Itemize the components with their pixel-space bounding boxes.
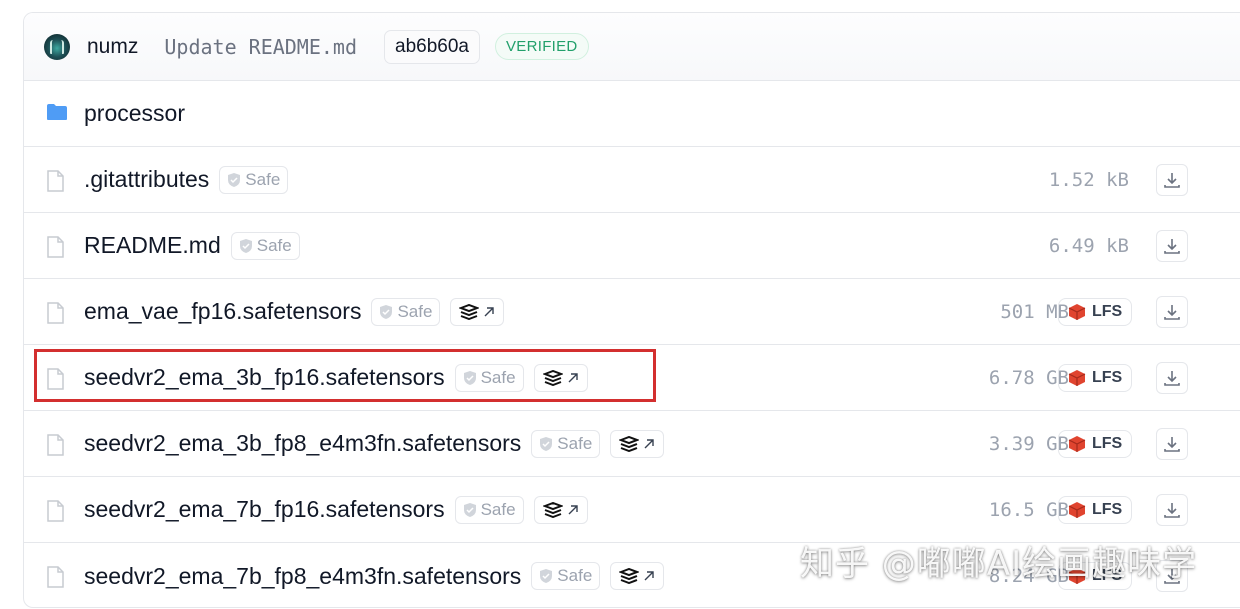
- lfs-cube-icon: [1068, 303, 1086, 320]
- file-size: 6.49 kB: [1048, 234, 1129, 257]
- download-button[interactable]: [1156, 230, 1188, 262]
- lfs-badge: LFS: [1058, 429, 1133, 458]
- safe-label: Safe: [480, 499, 516, 519]
- file-browser-panel: numz Update README.md ab6b60a VERIFIED p…: [23, 12, 1240, 608]
- table-row: README.md Safe 6.49 kB: [24, 213, 1240, 279]
- commit-hash[interactable]: ab6b60a: [384, 29, 480, 64]
- safe-badge[interactable]: Safe: [230, 231, 300, 260]
- safe-badge[interactable]: Safe: [531, 562, 601, 590]
- file-name[interactable]: seedvr2_ema_3b_fp16.safetensors: [84, 364, 445, 391]
- download-button[interactable]: [1156, 428, 1188, 460]
- file-size: 1.52 kB: [1048, 168, 1129, 191]
- safe-label: Safe: [256, 235, 292, 255]
- download-icon: [1164, 437, 1180, 452]
- download-button[interactable]: [1156, 494, 1188, 526]
- shield-icon: [239, 238, 252, 253]
- file-icon: [46, 368, 64, 394]
- safe-badge[interactable]: Safe: [454, 363, 524, 392]
- list-item-folder[interactable]: processor: [24, 81, 1240, 147]
- safe-badge[interactable]: Safe: [219, 165, 289, 194]
- folder-name[interactable]: processor: [84, 100, 185, 127]
- table-row: seedvr2_ema_3b_fp16.safetensors Safe 6.7…: [24, 345, 1240, 411]
- table-row: ema_vae_fp16.safetensors Safe 501 MB LFS: [24, 279, 1240, 345]
- safe-label: Safe: [397, 301, 433, 321]
- xet-icon: [619, 568, 640, 584]
- lfs-cube-icon: [1068, 501, 1086, 518]
- external-link-icon: [568, 372, 578, 382]
- safe-label: Safe: [557, 566, 593, 585]
- safe-label: Safe: [245, 169, 281, 189]
- xet-link-button[interactable]: [450, 297, 505, 326]
- file-size: 3.39 GB: [988, 432, 1069, 455]
- shield-icon: [463, 370, 476, 385]
- lfs-cube-icon: [1068, 435, 1086, 452]
- xet-link-button[interactable]: [610, 429, 665, 458]
- external-link-icon: [644, 571, 654, 581]
- file-icon: [46, 434, 64, 460]
- download-icon: [1164, 173, 1180, 188]
- xet-link-button[interactable]: [533, 495, 588, 524]
- table-row: seedvr2_ema_7b_fp16.safetensors Safe 16.…: [24, 477, 1240, 543]
- avatar[interactable]: [44, 33, 70, 60]
- file-name[interactable]: seedvr2_ema_3b_fp8_e4m3fn.safetensors: [84, 430, 521, 457]
- commit-author[interactable]: numz: [87, 35, 138, 59]
- file-name[interactable]: .gitattributes: [84, 166, 209, 193]
- lfs-label: LFS: [1092, 302, 1123, 320]
- file-name[interactable]: seedvr2_ema_7b_fp8_e4m3fn.safetensors: [84, 563, 521, 590]
- download-icon: [1164, 305, 1180, 320]
- safe-badge[interactable]: Safe: [371, 297, 441, 326]
- lfs-cube-icon: [1068, 369, 1086, 386]
- shield-icon: [463, 502, 476, 517]
- shield-icon: [380, 304, 393, 319]
- download-icon: [1164, 371, 1180, 386]
- safe-badge[interactable]: Safe: [531, 429, 601, 458]
- commit-message[interactable]: Update README.md: [164, 35, 357, 59]
- safe-label: Safe: [480, 367, 516, 387]
- file-name[interactable]: README.md: [84, 232, 221, 259]
- download-button[interactable]: [1156, 164, 1188, 196]
- file-size: 6.78 GB: [988, 366, 1069, 389]
- shield-icon: [228, 172, 241, 187]
- download-icon: [1164, 503, 1180, 518]
- safe-label: Safe: [557, 433, 593, 453]
- lfs-label: LFS: [1092, 434, 1123, 452]
- shield-icon: [540, 436, 553, 451]
- file-name[interactable]: seedvr2_ema_7b_fp16.safetensors: [84, 496, 445, 523]
- table-row: seedvr2_ema_3b_fp8_e4m3fn.safetensors Sa…: [24, 411, 1240, 477]
- external-link-icon: [568, 504, 578, 514]
- external-link-icon: [644, 438, 654, 448]
- external-link-icon: [484, 306, 495, 316]
- folder-icon: [46, 103, 68, 125]
- download-button[interactable]: [1156, 296, 1188, 328]
- file-name[interactable]: ema_vae_fp16.safetensors: [84, 298, 361, 325]
- lfs-badge: LFS: [1058, 363, 1133, 392]
- lfs-badge: LFS: [1058, 297, 1133, 326]
- xet-icon: [619, 435, 640, 452]
- file-icon: [46, 566, 64, 592]
- file-icon: [46, 170, 64, 196]
- file-icon: [46, 302, 64, 328]
- shield-icon: [540, 569, 553, 583]
- verified-badge: VERIFIED: [494, 33, 589, 60]
- safe-badge[interactable]: Safe: [454, 495, 524, 524]
- xet-link-button[interactable]: [533, 363, 588, 392]
- file-icon: [46, 236, 64, 262]
- xet-icon: [542, 501, 563, 518]
- download-button[interactable]: [1156, 362, 1188, 394]
- lfs-label: LFS: [1092, 368, 1123, 386]
- watermark: 知乎 @嘟嘟AI绘画趣味学: [800, 544, 1198, 584]
- xet-icon: [459, 303, 480, 320]
- download-icon: [1164, 239, 1180, 254]
- file-size: 16.5 GB: [988, 498, 1069, 521]
- last-commit-bar: numz Update README.md ab6b60a VERIFIED: [24, 13, 1240, 81]
- lfs-label: LFS: [1092, 500, 1123, 518]
- file-icon: [46, 500, 64, 526]
- xet-link-button[interactable]: [610, 562, 665, 590]
- table-row: .gitattributes Safe 1.52 kB: [24, 147, 1240, 213]
- xet-icon: [542, 369, 563, 386]
- lfs-badge: LFS: [1058, 495, 1133, 524]
